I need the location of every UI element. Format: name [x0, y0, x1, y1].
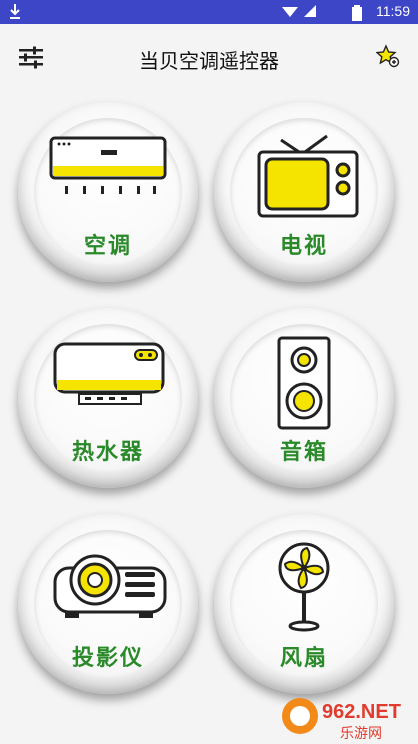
tv-icon	[257, 134, 359, 218]
water-heater-icon	[53, 342, 165, 405]
app-bar: 当贝空调遥控器	[0, 24, 418, 90]
app-title: 当贝空调遥控器	[139, 49, 279, 73]
device-label: 音箱	[279, 440, 328, 465]
battery-icon	[352, 5, 362, 21]
status-bar: 11:59	[0, 0, 418, 24]
device-card-air-conditioner[interactable]: 空调	[18, 102, 198, 282]
device-card-fan[interactable]: 风扇	[214, 514, 394, 694]
watermark-logo: 962.NET 乐游网	[282, 698, 401, 742]
status-time: 11:59	[376, 3, 410, 19]
signal-icon	[282, 5, 316, 17]
device-card-speaker[interactable]: 音箱	[214, 308, 394, 488]
download-icon	[10, 4, 20, 19]
fan-icon	[278, 542, 330, 632]
device-grid: 空调 电视 热水器 音箱 投影仪 风扇	[0, 90, 418, 710]
watermark-sub: 乐游网	[340, 726, 382, 742]
device-card-water-heater[interactable]: 热水器	[18, 308, 198, 488]
device-label: 电视	[279, 234, 328, 259]
device-label: 投影仪	[71, 646, 144, 671]
device-card-tv[interactable]: 电视	[214, 102, 394, 282]
device-label: 热水器	[71, 440, 144, 465]
star-icon[interactable]	[376, 44, 400, 68]
device-label: 风扇	[279, 646, 328, 671]
air-conditioner-icon	[49, 136, 167, 194]
device-card-projector[interactable]: 投影仪	[18, 514, 198, 694]
device-label: 空调	[83, 234, 132, 259]
projector-icon	[53, 554, 167, 618]
speaker-icon	[277, 336, 331, 430]
watermark-text: 962.NET	[322, 701, 401, 723]
